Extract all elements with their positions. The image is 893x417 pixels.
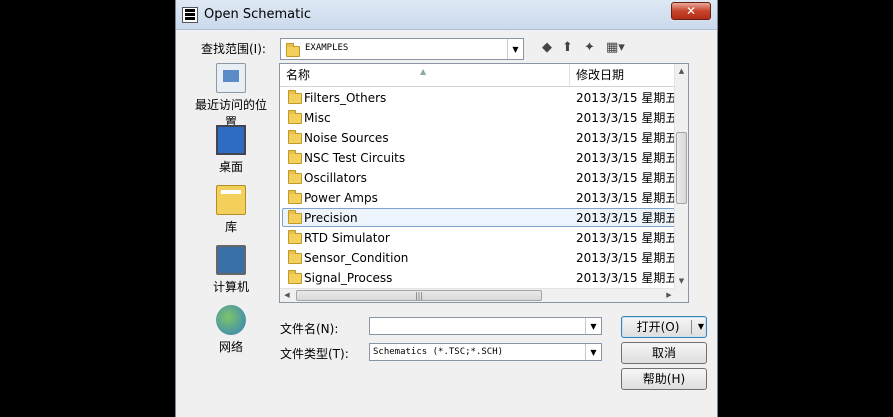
file-date: 2013/3/15 星期五 1... [576, 271, 676, 285]
file-name: Sensor_Condition [304, 251, 409, 265]
file-name: Oscillators [304, 171, 367, 185]
filetype-value: Schematics (*.TSC;*.SCH) [373, 347, 504, 357]
file-name: Signal_Process [304, 271, 393, 285]
up-folder-icon[interactable]: ⬆ [562, 40, 573, 56]
table-row[interactable]: Sensor_Condition 2013/3/15 星期五 1... [280, 248, 676, 268]
column-header-date[interactable]: 修改日期 [570, 64, 676, 86]
folder-icon [288, 150, 302, 164]
table-row[interactable]: Power Amps 2013/3/15 星期五 1... [280, 188, 676, 208]
file-date: 2013/3/15 星期五 1... [576, 211, 676, 225]
place-label: 库 [224, 220, 237, 234]
horizontal-scrollbar[interactable]: ◀ ||| ▶ [280, 288, 676, 302]
app-icon [182, 7, 198, 23]
file-list[interactable]: 名称 ▲ 修改日期 Filters_Others 2013/3/15 星期五 1.… [279, 63, 689, 303]
scrollbar-corner [674, 288, 688, 302]
place-label: 网络 [218, 340, 243, 354]
folder-icon [288, 170, 302, 184]
computer-icon [216, 245, 246, 275]
table-row[interactable]: RTD Simulator 2013/3/15 星期五 1... [280, 228, 676, 248]
scroll-left-icon[interactable]: ◀ [280, 289, 294, 302]
new-folder-icon[interactable]: ✦ [584, 40, 595, 56]
cancel-button[interactable]: 取消 [621, 342, 707, 364]
folder-icon [288, 230, 302, 244]
file-date: 2013/3/15 星期五 1... [576, 171, 676, 185]
chevron-down-icon[interactable]: ▼ [507, 39, 523, 59]
help-button[interactable]: 帮助(H) [621, 368, 707, 390]
folder-icon [288, 110, 302, 124]
file-name: Precision [304, 211, 358, 225]
table-row[interactable]: Noise Sources 2013/3/15 星期五 1... [280, 128, 676, 148]
chevron-down-icon[interactable]: ▼ [585, 318, 601, 334]
vertical-scrollbar[interactable]: ▲ ▼ [674, 64, 688, 288]
filetype-label: 文件类型(T): [280, 347, 349, 361]
place-network[interactable]: 网络 [191, 305, 271, 355]
recent-places-icon [216, 63, 246, 93]
file-date: 2013/3/15 星期五 1... [576, 251, 676, 265]
place-label: 桌面 [218, 160, 243, 174]
file-name: Noise Sources [304, 131, 389, 145]
sort-ascending-icon: ▲ [420, 67, 427, 76]
file-date: 2013/3/15 星期五 1... [576, 131, 676, 145]
back-icon[interactable]: ◆ [542, 40, 552, 56]
file-date: 2013/3/15 星期五 1... [576, 111, 676, 125]
horizontal-scroll-thumb[interactable]: ||| [296, 290, 542, 301]
open-schematic-dialog: Open Schematic ✕ 查找范围(I): EXAMPLES ▼ ◆ ⬆… [175, 0, 718, 417]
window-title: Open Schematic [204, 7, 311, 22]
file-name: Misc [304, 111, 331, 125]
place-label: 计算机 [212, 280, 249, 294]
folder-icon [288, 210, 302, 224]
filename-combo[interactable]: ▼ [369, 317, 602, 335]
view-menu-icon[interactable]: ▦▾ [606, 40, 625, 56]
folder-icon [288, 270, 302, 284]
file-date: 2013/3/15 星期五 1... [576, 191, 676, 205]
place-libraries[interactable]: 库 [191, 185, 271, 235]
table-row[interactable]: NSC Test Circuits 2013/3/15 星期五 1... [280, 148, 676, 168]
vertical-scroll-thumb[interactable] [676, 132, 687, 204]
file-name: Filters_Others [304, 91, 387, 105]
look-in-value: EXAMPLES [305, 43, 349, 53]
file-rows: Filters_Others 2013/3/15 星期五 1... Misc 2013… [280, 88, 688, 288]
file-date: 2013/3/15 星期五 1... [576, 231, 676, 245]
title-bar[interactable]: Open Schematic ✕ [176, 0, 717, 30]
table-row[interactable]: Signal_Process 2013/3/15 星期五 1... [280, 268, 676, 288]
folder-icon [288, 190, 302, 204]
file-name: RTD Simulator [304, 231, 390, 245]
table-row[interactable]: Filters_Others 2013/3/15 星期五 1... [280, 88, 676, 108]
file-date: 2013/3/15 星期五 1... [576, 151, 676, 165]
folder-icon [288, 130, 302, 144]
folder-icon [286, 43, 300, 57]
filename-label: 文件名(N): [280, 322, 339, 336]
file-name: Power Amps [304, 191, 378, 205]
table-row[interactable]: Precision 2013/3/15 星期五 1... [280, 208, 688, 228]
look-in-combo[interactable]: EXAMPLES ▼ [280, 38, 524, 60]
close-button[interactable]: ✕ [671, 2, 711, 20]
folder-icon [288, 90, 302, 104]
libraries-icon [216, 185, 246, 215]
place-computer[interactable]: 计算机 [191, 245, 271, 295]
column-header-name[interactable]: 名称 ▲ [280, 64, 570, 86]
split-divider [691, 320, 692, 334]
desktop-icon [216, 125, 246, 155]
place-desktop[interactable]: 桌面 [191, 125, 271, 175]
file-date: 2013/3/15 星期五 1... [576, 91, 676, 105]
folder-icon [288, 250, 302, 264]
filetype-combo[interactable]: Schematics (*.TSC;*.SCH) ▼ [369, 343, 602, 361]
open-button-label: 打开(O) [636, 320, 680, 334]
table-row[interactable]: Misc 2013/3/15 星期五 1... [280, 108, 676, 128]
chevron-down-icon[interactable]: ▼ [585, 344, 601, 360]
file-name: NSC Test Circuits [304, 151, 406, 165]
network-icon [216, 305, 246, 335]
scroll-up-icon[interactable]: ▲ [675, 64, 688, 78]
scroll-down-icon[interactable]: ▼ [675, 274, 688, 288]
place-recent[interactable]: 最近访问的位置 [191, 63, 271, 130]
open-button[interactable]: 打开(O) ▼ [621, 316, 707, 338]
look-in-label: 查找范围(I): [201, 42, 266, 56]
list-header: 名称 ▲ 修改日期 [280, 64, 676, 87]
table-row[interactable]: Oscillators 2013/3/15 星期五 1... [280, 168, 676, 188]
open-dropdown-icon[interactable]: ▼ [698, 317, 704, 337]
